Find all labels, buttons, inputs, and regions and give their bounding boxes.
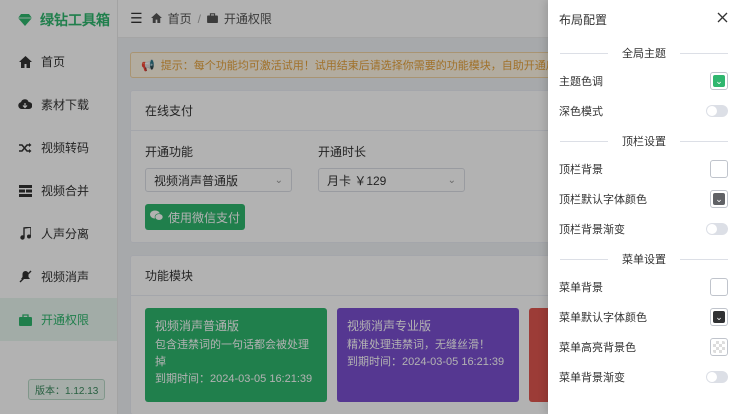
setting-label: 顶栏背景	[559, 164, 603, 176]
setting-menu-font-color: 菜单默认字体颜色 ⌄	[548, 302, 740, 332]
topbar-gradient-toggle[interactable]	[706, 223, 728, 235]
setting-dark-mode: 深色模式	[548, 96, 740, 126]
menu-gradient-toggle[interactable]	[706, 371, 728, 383]
menu-font-color-picker[interactable]: ⌄	[710, 308, 728, 326]
menu-bg-color-picker[interactable]	[710, 278, 728, 296]
setting-topbar-bg: 顶栏背景	[548, 154, 740, 184]
setting-label: 主题色调	[559, 76, 603, 88]
checkerboard-icon	[713, 341, 725, 353]
topbar-font-color-picker[interactable]: ⌄	[710, 190, 728, 208]
section-title: 顶栏设置	[622, 136, 666, 148]
close-icon[interactable]	[717, 12, 728, 26]
setting-label: 顶栏默认字体颜色	[559, 194, 647, 206]
setting-menu-highlight-bg: 菜单高亮背景色	[548, 332, 740, 362]
theme-color-picker[interactable]: ⌄	[710, 72, 728, 90]
section-divider-global: 全局主题	[560, 46, 728, 60]
setting-label: 菜单默认字体颜色	[559, 312, 647, 324]
section-title: 菜单设置	[622, 254, 666, 266]
drawer-title: 布局配置	[559, 12, 608, 27]
setting-topbar-gradient: 顶栏背景渐变	[548, 214, 740, 244]
setting-label: 顶栏背景渐变	[559, 224, 625, 236]
setting-menu-bg: 菜单背景	[548, 272, 740, 302]
setting-theme-color: 主题色调 ⌄	[548, 66, 740, 96]
chevron-down-icon: ⌄	[713, 311, 725, 323]
section-divider-menu: 菜单设置	[560, 252, 728, 266]
setting-label: 菜单背景	[559, 282, 603, 294]
chevron-down-icon: ⌄	[713, 75, 725, 87]
section-title: 全局主题	[622, 48, 666, 60]
setting-topbar-font-color: 顶栏默认字体颜色 ⌄	[548, 184, 740, 214]
chevron-down-icon: ⌄	[713, 193, 725, 205]
setting-menu-gradient: 菜单背景渐变	[548, 362, 740, 392]
dark-mode-toggle[interactable]	[706, 105, 728, 117]
topbar-bg-color-picker[interactable]	[710, 160, 728, 178]
setting-label: 菜单背景渐变	[559, 372, 625, 384]
setting-label: 菜单高亮背景色	[559, 342, 636, 354]
setting-label: 深色模式	[559, 106, 603, 118]
menu-highlight-color-picker[interactable]	[710, 338, 728, 356]
layout-config-drawer: 布局配置 全局主题 主题色调 ⌄ 深色模式 顶栏设置 顶栏背景 顶栏默认字体颜色…	[548, 0, 740, 414]
section-divider-topbar: 顶栏设置	[560, 134, 728, 148]
